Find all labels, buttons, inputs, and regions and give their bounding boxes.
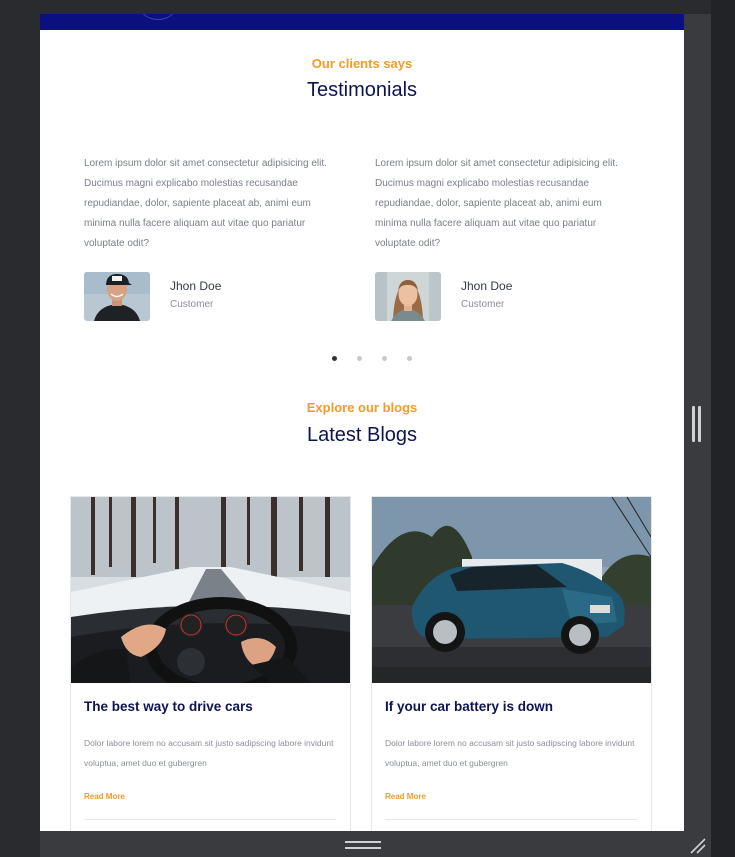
blog-image[interactable] <box>71 497 350 683</box>
testimonials-title: Testimonials <box>306 79 418 101</box>
blog-title[interactable]: The best way to drive cars <box>84 699 253 714</box>
carousel-dot-4[interactable] <box>407 356 412 361</box>
blog-excerpt: Dolor labore lorem no accusam sit justo … <box>385 738 635 768</box>
blog-card: If your car battery is down Dolor labore… <box>371 496 652 831</box>
woman-portrait-photo-icon <box>375 272 441 321</box>
testimonial-author: Jhon Doe Customer <box>84 272 344 322</box>
blogs-title: Latest Blogs <box>306 424 418 446</box>
testimonial-card: Lorem ipsum dolor sit amet consectetur a… <box>84 154 344 321</box>
blog-title[interactable]: If your car battery is down <box>385 699 553 714</box>
blog-image[interactable] <box>372 497 651 683</box>
avatar <box>84 272 150 321</box>
testimonial-text: Lorem ipsum dolor sit amet consectetur a… <box>375 158 618 249</box>
card-divider <box>385 819 637 820</box>
testimonial-author: Jhon Doe Customer <box>375 272 635 322</box>
testimonial-text: Lorem ipsum dolor sit amet consectetur a… <box>84 158 327 249</box>
read-more-link[interactable]: Read More <box>385 792 426 801</box>
side-panel-resize-handle[interactable] <box>692 406 703 442</box>
author-name: Jhon Doe <box>461 279 513 293</box>
resize-grip-icon[interactable] <box>688 836 708 856</box>
carousel-dot-3[interactable] <box>382 356 387 361</box>
blog-excerpt: Dolor labore lorem no accusam sit justo … <box>84 738 334 768</box>
author-name: Jhon Doe <box>170 279 222 293</box>
window-frame-left <box>0 0 40 857</box>
carousel-dot-1[interactable] <box>332 356 337 361</box>
carousel-pagination <box>40 356 684 364</box>
testimonials-subtitle: Our clients says <box>311 56 413 71</box>
hero-section-bottom <box>40 14 684 30</box>
bottom-panel-resize-handle[interactable] <box>345 841 381 853</box>
page-viewport[interactable]: Our clients says Testimonials Lorem ipsu… <box>40 14 684 831</box>
avatar <box>375 272 441 321</box>
blog-card: The best way to drive cars Dolor labore … <box>70 496 351 831</box>
author-role: Customer <box>461 299 505 310</box>
testimonial-card: Lorem ipsum dolor sit amet consectetur a… <box>375 154 635 321</box>
man-in-cap-photo-icon <box>84 272 150 321</box>
author-role: Customer <box>170 299 214 310</box>
window-frame-top <box>0 0 735 14</box>
steering-wheel-snow-road-photo-icon <box>71 497 350 683</box>
hero-decoration-circle <box>138 14 178 20</box>
card-divider <box>84 819 336 820</box>
window-frame-right-edge <box>711 0 735 857</box>
read-more-link[interactable]: Read More <box>84 792 125 801</box>
blogs-subtitle: Explore our blogs <box>306 400 418 415</box>
blue-hatchback-car-photo-icon <box>372 497 651 683</box>
carousel-dot-2[interactable] <box>357 356 362 361</box>
